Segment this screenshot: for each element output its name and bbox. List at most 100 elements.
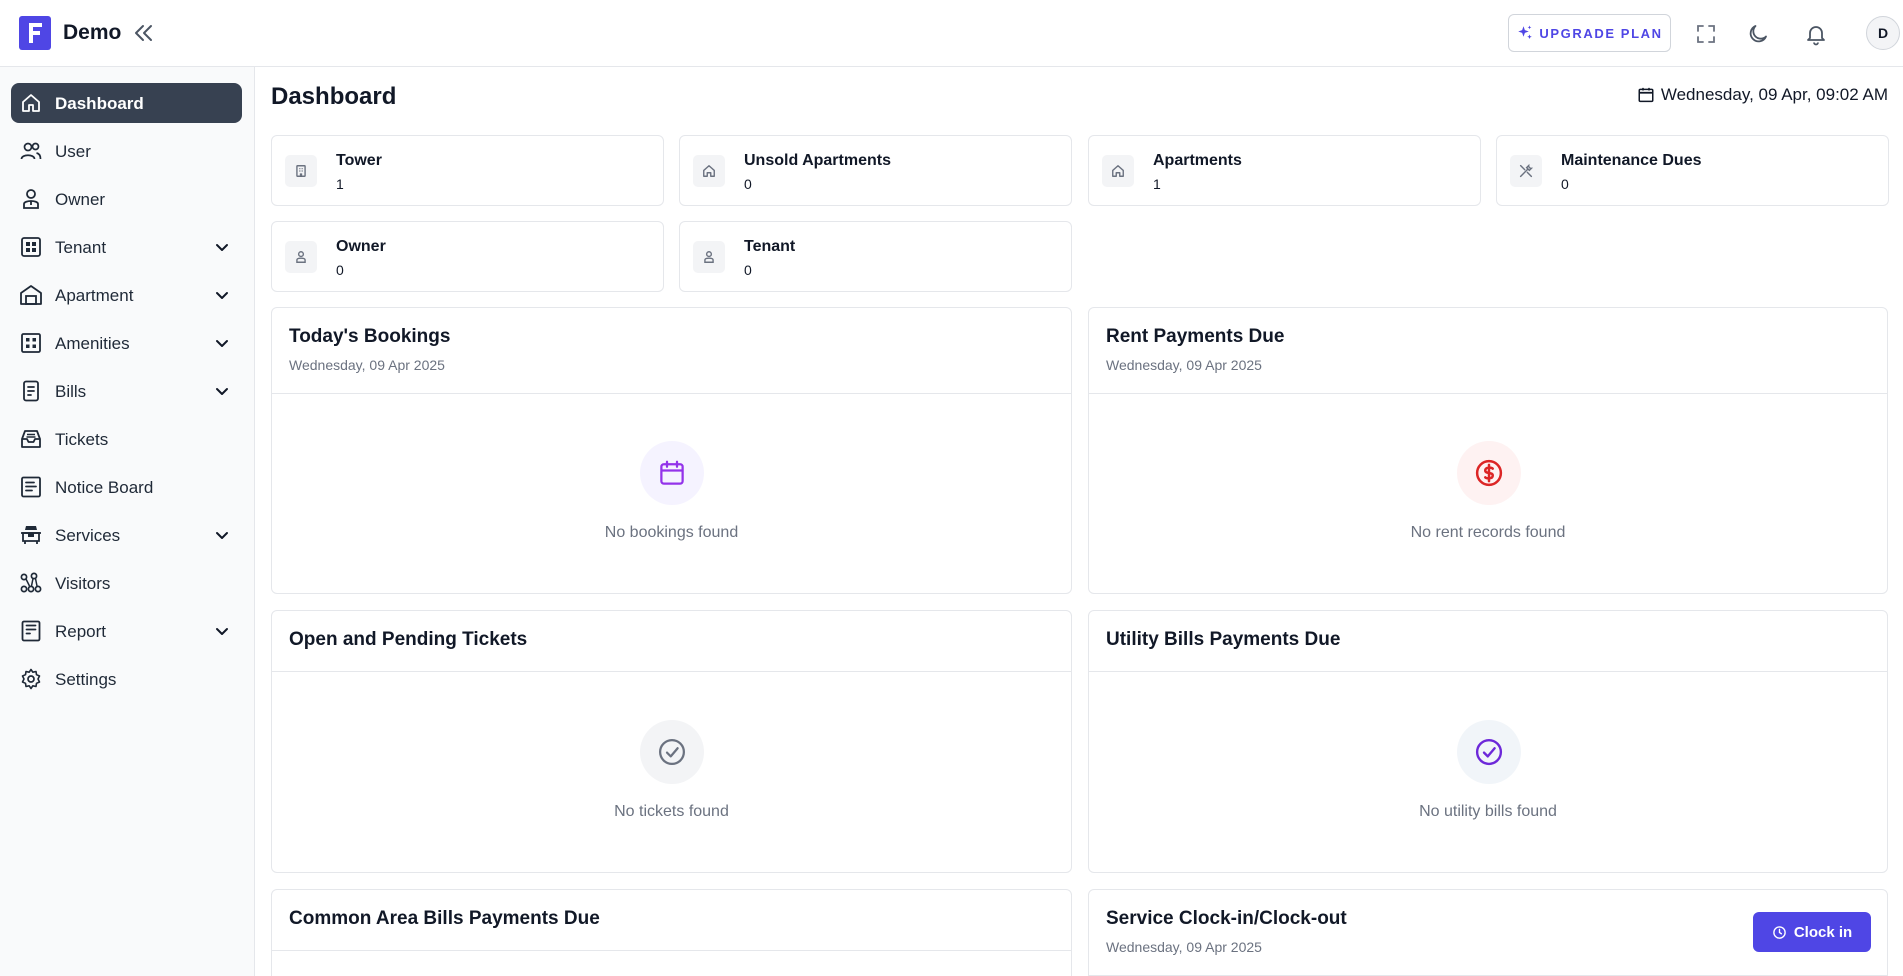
chevron-down-icon[interactable] (214, 287, 230, 303)
ticket-icon (19, 427, 43, 451)
check-circle-icon (1457, 720, 1521, 784)
panel-title: Common Area Bills Payments Due (289, 908, 600, 929)
panel-header: Common Area Bills Payments Due (272, 890, 1071, 951)
calendar-icon (640, 441, 704, 505)
home-icon (1102, 155, 1134, 187)
fullscreen-icon[interactable] (1694, 22, 1718, 46)
stat-label: Tower (336, 152, 382, 169)
chevron-down-icon[interactable] (214, 335, 230, 351)
collapse-sidebar-icon[interactable] (132, 22, 156, 44)
upgrade-plan-button[interactable]: UPGRADE PLAN (1508, 14, 1671, 52)
sidebar-item-label: Tenant (55, 238, 107, 257)
sidebar-item-label: Notice Board (55, 478, 154, 497)
empty-state-text: No rent records found (1410, 524, 1566, 541)
open-pending-tickets-panel: Open and Pending Tickets No tickets foun… (271, 610, 1072, 873)
common-area-bills-panel: Common Area Bills Payments Due (271, 889, 1072, 976)
home-icon (19, 91, 43, 115)
chevron-down-icon[interactable] (214, 623, 230, 639)
users-icon (19, 139, 43, 163)
sidebar-item-tenant[interactable]: Tenant (11, 227, 242, 267)
sidebar-item-label: Settings (55, 670, 117, 689)
sidebar-item-apartment[interactable]: Apartment (11, 275, 242, 315)
sidebar: Dashboard User Owner Tenant Apartment Am… (0, 67, 255, 976)
sidebar-item-report[interactable]: Report (11, 611, 242, 651)
sidebar-item-owner[interactable]: Owner (11, 179, 242, 219)
sidebar-item-amenities[interactable]: Amenities (11, 323, 242, 363)
empty-state-text: No utility bills found (1419, 803, 1557, 820)
clock-in-button[interactable]: Clock in (1753, 912, 1871, 952)
report-icon (19, 619, 43, 643)
sidebar-item-label: Report (55, 622, 107, 641)
stat-label: Unsold Apartments (744, 152, 891, 169)
check-circle-icon (640, 720, 704, 784)
panel-subtitle: Wednesday, 09 Apr 2025 (289, 357, 445, 373)
amenities-icon (19, 331, 43, 355)
stat-value: 0 (744, 176, 752, 192)
stat-card-apartments[interactable]: Apartments 1 (1088, 135, 1481, 206)
stat-card-tenant[interactable]: Tenant 0 (679, 221, 1072, 292)
panel-header: Rent Payments Due Wednesday, 09 Apr 2025 (1089, 308, 1887, 394)
panel-header: Utility Bills Payments Due (1089, 611, 1887, 672)
rent-payments-due-panel: Rent Payments Due Wednesday, 09 Apr 2025… (1088, 307, 1888, 594)
panel-subtitle: Wednesday, 09 Apr 2025 (1106, 357, 1262, 373)
sidebar-item-label: Services (55, 526, 121, 545)
empty-state-text: No bookings found (604, 524, 739, 541)
clock-icon (1773, 925, 1786, 939)
stat-card-unsold-apartments[interactable]: Unsold Apartments 0 (679, 135, 1072, 206)
user-avatar[interactable]: D (1866, 16, 1900, 50)
panel-title: Open and Pending Tickets (289, 629, 528, 650)
todays-bookings-panel: Today's Bookings Wednesday, 09 Apr 2025 … (271, 307, 1072, 594)
stat-value: 0 (336, 262, 344, 278)
panel-title: Today's Bookings (289, 326, 451, 347)
panel-header: Today's Bookings Wednesday, 09 Apr 2025 (272, 308, 1071, 394)
stat-card-maintenance-dues[interactable]: Maintenance Dues 0 (1496, 135, 1889, 206)
sidebar-item-visitors[interactable]: Visitors (11, 563, 242, 603)
current-datetime: Wednesday, 09 Apr, 09:02 AM (1637, 85, 1888, 105)
sidebar-item-tickets[interactable]: Tickets (11, 419, 242, 459)
service-clock-panel: Service Clock-in/Clock-out Wednesday, 09… (1088, 889, 1888, 976)
chevron-down-icon[interactable] (214, 527, 230, 543)
sidebar-item-notice-board[interactable]: Notice Board (11, 467, 242, 507)
settings-icon (19, 667, 43, 691)
services-icon (19, 523, 43, 547)
tower-icon (285, 155, 317, 187)
sidebar-item-services[interactable]: Services (11, 515, 242, 555)
dollar-icon (1457, 441, 1521, 505)
sidebar-item-dashboard[interactable]: Dashboard (11, 83, 242, 123)
stat-value: 0 (1561, 176, 1569, 192)
sidebar-item-settings[interactable]: Settings (11, 659, 242, 699)
stat-value: 0 (744, 262, 752, 278)
visitors-icon (19, 571, 43, 595)
stat-value: 1 (1153, 176, 1161, 192)
app-logo[interactable] (19, 16, 51, 50)
page-title: Dashboard (271, 83, 397, 110)
sidebar-item-label: Tickets (55, 430, 109, 449)
sidebar-item-label: Apartment (55, 286, 134, 305)
notification-bell-icon[interactable] (1804, 22, 1828, 46)
sidebar-item-label: Dashboard (55, 94, 144, 113)
stat-card-tower[interactable]: Tower 1 (271, 135, 664, 206)
dark-mode-moon-icon[interactable] (1746, 22, 1770, 46)
sidebar-item-user[interactable]: User (11, 131, 242, 171)
upgrade-plan-label: UPGRADE PLAN (1539, 25, 1663, 41)
sidebar-item-label: Bills (55, 382, 87, 401)
panel-header: Service Clock-in/Clock-out Wednesday, 09… (1089, 890, 1887, 976)
sidebar-item-label: Owner (55, 190, 106, 209)
owner-icon (19, 187, 43, 211)
app-name: Demo (63, 21, 122, 44)
sidebar-item-label: Amenities (55, 334, 130, 353)
utility-bills-due-panel: Utility Bills Payments Due No utility bi… (1088, 610, 1888, 873)
stat-label: Tenant (744, 238, 796, 255)
panel-title: Utility Bills Payments Due (1106, 629, 1341, 650)
sidebar-item-bills[interactable]: Bills (11, 371, 242, 411)
panel-title: Service Clock-in/Clock-out (1106, 908, 1347, 929)
datetime-text: Wednesday, 09 Apr, 09:02 AM (1660, 85, 1888, 104)
chevron-down-icon[interactable] (214, 383, 230, 399)
person-icon (285, 241, 317, 273)
panel-subtitle: Wednesday, 09 Apr 2025 (1106, 939, 1262, 955)
stat-label: Maintenance Dues (1561, 152, 1702, 169)
chevron-down-icon[interactable] (214, 239, 230, 255)
stat-card-owner[interactable]: Owner 0 (271, 221, 664, 292)
person-icon (693, 241, 725, 273)
sidebar-item-label: User (55, 142, 91, 161)
